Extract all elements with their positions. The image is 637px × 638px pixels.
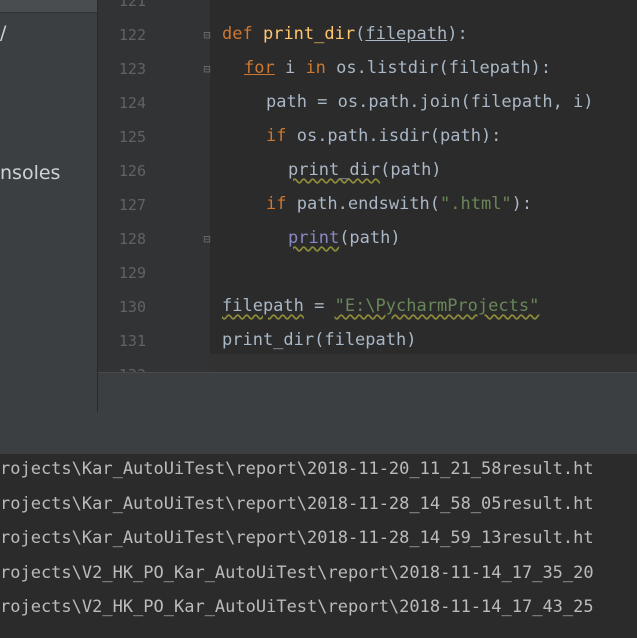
code-text: os.path.isdir(path): <box>286 126 502 146</box>
code-text: os.listdir(filepath): <box>325 58 552 78</box>
keyword-def: def <box>222 24 253 44</box>
fold-end-icon[interactable]: ⊟ <box>200 231 214 247</box>
sidebar-item-scratches-consoles[interactable]: nsoles <box>0 162 60 184</box>
param-filepath: filepath <box>365 24 448 44</box>
code-text: (path) <box>380 160 442 180</box>
project-sidebar: / nsoles <box>0 0 97 412</box>
console-line: rojects\V2_HK_PO_Kar_AutoUiTest\report\2… <box>0 563 594 583</box>
code-text: path.endswith( <box>286 194 441 214</box>
code-text: i <box>274 58 306 78</box>
code-editor[interactable]: 121 122 123 124 125 126 127 128 129 130 … <box>98 0 637 384</box>
line-number: 126 <box>118 162 146 180</box>
variable-filepath: filepath <box>222 296 304 316</box>
line-number: 127 <box>118 196 146 214</box>
code-line-126[interactable]: print_dir(path) <box>288 160 442 180</box>
editor-bottom-border <box>98 372 637 373</box>
editor-gutter: 121 122 123 124 125 126 127 128 129 130 … <box>98 0 211 384</box>
paren-close: ): <box>447 24 468 44</box>
function-name: print_dir <box>262 24 356 44</box>
code-text: path = os.path.join(filepath, i) <box>266 92 594 112</box>
console-line: rojects\Kar_AutoUiTest\report\2018-11-28… <box>0 494 594 514</box>
paren: ( <box>355 24 366 44</box>
code-text: = <box>303 296 335 316</box>
sidebar-selected-row[interactable] <box>0 0 97 13</box>
current-line-highlight <box>210 354 637 372</box>
keyword-if: if <box>266 194 287 214</box>
code-line-122[interactable]: def print_dir(filepath): <box>222 24 468 44</box>
line-number: 125 <box>118 128 146 146</box>
line-number: 129 <box>118 264 146 282</box>
sidebar-item-partial[interactable]: / <box>0 22 6 44</box>
code-line-131[interactable]: print_dir(filepath) <box>222 330 416 350</box>
line-number: 123 <box>118 60 146 78</box>
code-line-124[interactable]: path = os.path.join(filepath, i) <box>266 92 594 112</box>
code-line-128[interactable]: print(path) <box>288 228 401 248</box>
keyword-if: if <box>266 126 287 146</box>
string-literal: "E:\PycharmProjects" <box>334 296 540 316</box>
fold-collapse-icon[interactable]: ⊟ <box>200 27 214 43</box>
console-line: rojects\Kar_AutoUiTest\report\2018-11-28… <box>0 528 594 548</box>
run-panel-header <box>0 412 637 455</box>
keyword-in: in <box>305 58 326 78</box>
call-print-dir: print_dir <box>288 160 381 180</box>
console-line: rojects\V2_HK_PO_Kar_AutoUiTest\report\2… <box>0 597 594 617</box>
fold-collapse-icon[interactable]: ⊟ <box>200 61 214 77</box>
code-text: ): <box>511 194 533 214</box>
line-number: 121 <box>118 0 146 10</box>
string-literal: ".html" <box>440 194 512 214</box>
ide-window: / nsoles 121 122 123 124 125 126 127 128… <box>0 0 637 638</box>
line-number: 130 <box>118 298 146 316</box>
code-line-125[interactable]: if os.path.isdir(path): <box>266 126 501 146</box>
code-text: (path) <box>339 228 401 248</box>
run-console-output[interactable]: rojects\Kar_AutoUiTest\report\2018-11-20… <box>0 454 637 638</box>
code-line-127[interactable]: if path.endswith(".html"): <box>266 194 532 214</box>
line-number: 131 <box>118 332 146 350</box>
console-line: rojects\Kar_AutoUiTest\report\2018-11-20… <box>0 459 594 479</box>
keyword-for: for <box>244 58 275 78</box>
call-print: print <box>288 228 340 248</box>
line-number: 128 <box>118 230 146 248</box>
code-line-123[interactable]: for i in os.listdir(filepath): <box>244 58 551 78</box>
editor-bottom-area <box>98 372 637 412</box>
line-number: 122 <box>118 26 146 44</box>
code-text: print_dir(filepath) <box>222 330 417 350</box>
code-line-130[interactable]: filepath = "E:\PycharmProjects" <box>222 296 539 316</box>
line-number: 124 <box>118 94 146 112</box>
